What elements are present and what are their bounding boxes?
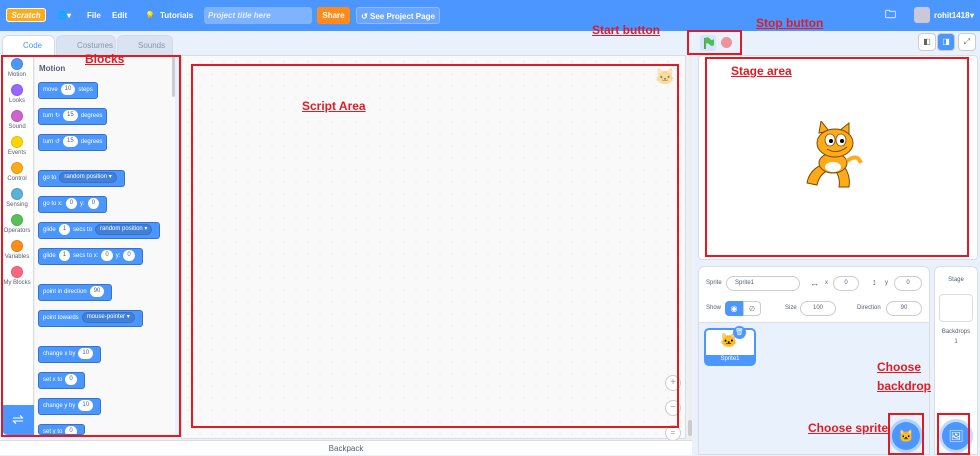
- scratch-logo[interactable]: Scratch: [6, 8, 46, 22]
- backdrop-thumbnail[interactable]: [939, 294, 973, 322]
- see-project-page-label: See Project Page: [370, 12, 435, 21]
- fullscreen-icon[interactable]: ⤢: [958, 33, 976, 51]
- script-scrollbar[interactable]: [688, 420, 692, 436]
- show-label: Show: [706, 305, 722, 311]
- choose-backdrop-annotation-1: Choose: [877, 360, 922, 374]
- edit-menu[interactable]: Edit: [112, 0, 127, 31]
- tab-code[interactable]: Code: [2, 35, 55, 56]
- backdrops-count: 1: [954, 339, 958, 345]
- size-label: Size: [785, 305, 797, 311]
- sprite-label: Sprite: [706, 280, 722, 286]
- size-field[interactable]: 100: [800, 301, 836, 316]
- small-stage-icon[interactable]: ◧: [918, 33, 936, 51]
- lightbulb-icon: 💡: [145, 11, 155, 20]
- tab-code-label: Code: [23, 41, 43, 50]
- script-scrollbar-track: [688, 55, 692, 439]
- username[interactable]: rohit1418: [934, 0, 970, 31]
- script-area-annotation: Script Area: [302, 99, 366, 113]
- vertical-arrows-icon: ↕: [872, 277, 877, 287]
- stage-area-annotation: Stage area: [731, 64, 792, 78]
- tutorials-menu[interactable]: Tutorials: [160, 0, 193, 31]
- tab-sounds[interactable]: Sounds: [117, 35, 173, 55]
- chevron-down-icon[interactable]: ▾: [970, 0, 974, 31]
- stage-annotation-box: [705, 57, 969, 257]
- direction-field[interactable]: 90: [886, 301, 922, 316]
- see-project-page-button[interactable]: ↺ See Project Page: [356, 7, 440, 24]
- blocks-annotation-box: [1, 55, 181, 437]
- large-stage-icon[interactable]: ◨: [937, 33, 955, 51]
- tab-costumes-label: Costumes: [77, 41, 114, 50]
- eye-off-icon[interactable]: ⊘: [743, 301, 761, 316]
- choose-sprite-annotation: Choose sprite: [808, 421, 889, 435]
- horizontal-arrows-icon: ↔: [810, 278, 819, 288]
- y-field[interactable]: 0: [894, 276, 922, 291]
- x-field[interactable]: 0: [833, 276, 859, 291]
- start-stop-annotation-box: [687, 30, 742, 55]
- choose-backdrop-annotation-2: backdrop: [877, 379, 932, 393]
- direction-label: Direction: [857, 305, 881, 311]
- y-label: y: [885, 280, 888, 286]
- backpack[interactable]: Backpack: [0, 440, 692, 455]
- choose-backdrop-annotation-box: [937, 413, 970, 455]
- stage-pane-title: Stage: [948, 277, 964, 283]
- file-menu[interactable]: File: [87, 0, 101, 31]
- sprite-tile[interactable]: 🐱 Sprite1: [704, 328, 756, 366]
- avatar[interactable]: [914, 7, 930, 23]
- sprite-name-field[interactable]: Sprite1: [726, 276, 800, 291]
- eye-icon[interactable]: ◉: [725, 301, 743, 316]
- choose-sprite-annotation-box: [888, 413, 924, 455]
- blocks-annotation: Blocks: [85, 52, 125, 66]
- sprite-tile-name: Sprite1: [706, 355, 754, 364]
- tab-sounds-label: Sounds: [138, 41, 166, 50]
- backdrops-label: Backdrops: [941, 329, 971, 335]
- stop-button-annotation: Stop button: [756, 16, 824, 30]
- start-button-annotation: Start button: [592, 23, 660, 37]
- folder-icon[interactable]: 🗀: [885, 0, 896, 31]
- menu-bar: Scratch 🌐▾ File Edit 💡 Tutorials Project…: [0, 0, 980, 31]
- script-area-annotation-box: [191, 64, 679, 428]
- share-button[interactable]: Share: [317, 7, 350, 24]
- trash-icon[interactable]: 🗑: [733, 326, 746, 339]
- x-label: x: [825, 280, 828, 286]
- sprite-info-panel: [698, 266, 930, 326]
- remix-icon: ↺: [361, 12, 370, 21]
- globe-icon[interactable]: 🌐▾: [57, 0, 71, 31]
- project-title-input[interactable]: Project title here: [204, 7, 312, 24]
